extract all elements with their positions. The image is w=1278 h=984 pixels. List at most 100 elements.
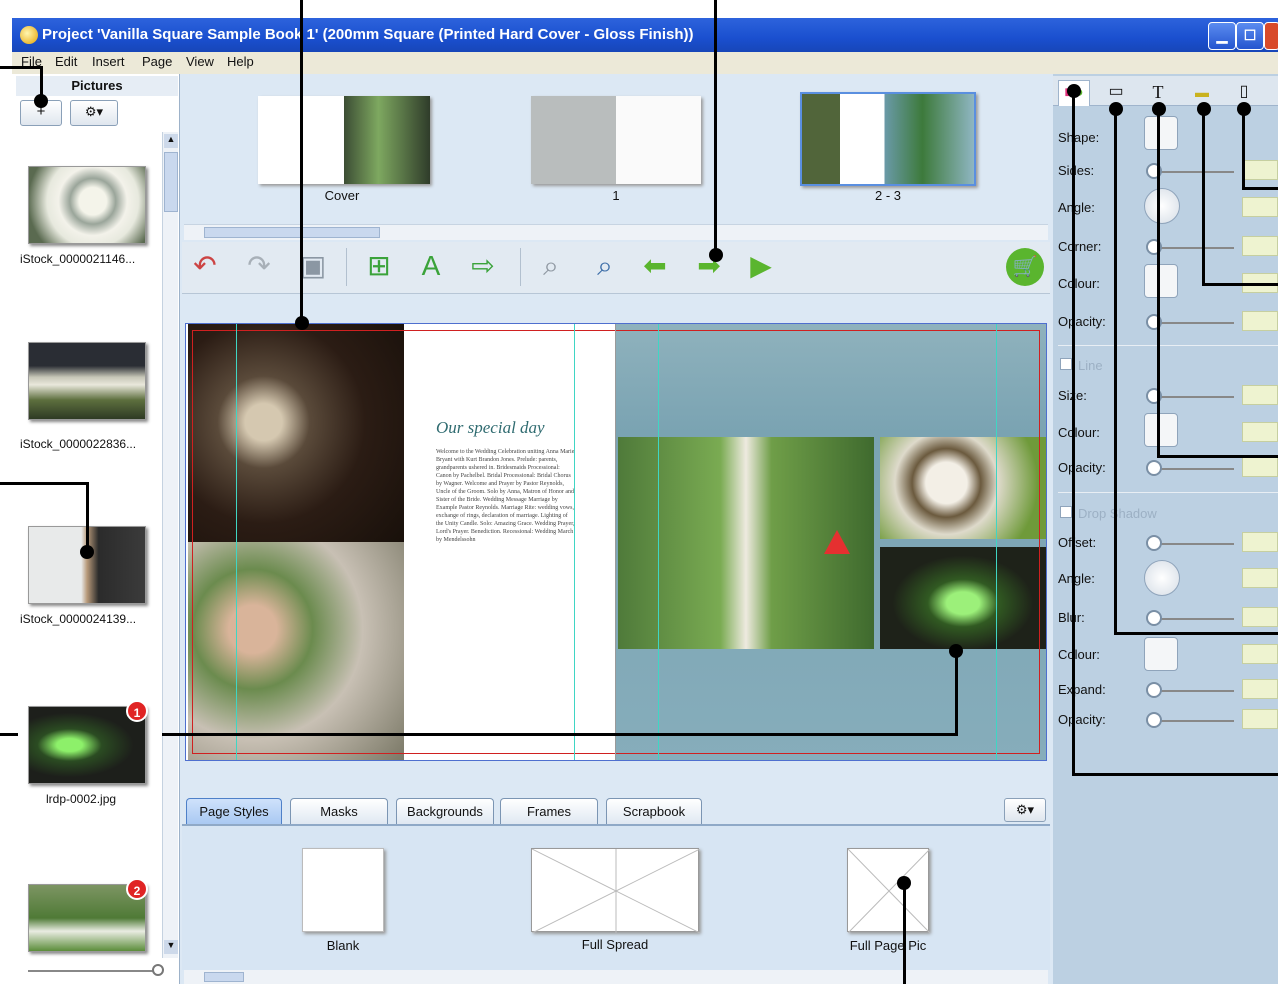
zoom-out-icon[interactable]: ⌕ [532,246,570,286]
line-opacity-value[interactable] [1242,457,1278,477]
zoom-in-icon[interactable]: ⌕ [586,246,624,286]
line-colour-value[interactable] [1242,422,1278,442]
angle-value[interactable] [1242,197,1278,217]
shadow-colour-value[interactable] [1242,644,1278,664]
menu-page[interactable]: Page [142,54,172,69]
add-page-icon[interactable]: ⇨ [464,246,502,286]
expand-slider-knob[interactable] [1146,682,1162,698]
page-strip-scrollbar[interactable] [184,224,1048,240]
add-text-box-icon[interactable]: A [412,246,450,286]
picture-thumbnail[interactable] [28,166,146,244]
style-full-page-pic-preview[interactable] [847,848,931,934]
undo-icon[interactable]: ↶ [186,246,224,286]
line-size-value[interactable] [1242,385,1278,405]
corner-value[interactable] [1242,236,1278,256]
shape-picker[interactable] [1144,116,1178,150]
shadow-angle-dial[interactable] [1144,560,1180,596]
tab-frames[interactable]: Frames [500,798,598,824]
shape-label: Shape: [1058,130,1100,145]
page-thumbnail-1[interactable] [531,96,701,184]
callout-line [1242,187,1278,190]
blur-value[interactable] [1242,607,1278,627]
menu-view[interactable]: View [186,54,214,69]
cart-icon[interactable]: 🛒 [1006,248,1044,286]
callout-dot [949,644,963,658]
callout-line [1202,108,1205,286]
callout-line [1114,108,1117,634]
blur-slider-knob[interactable] [1146,610,1162,626]
offset-value[interactable] [1242,532,1278,552]
shadow-opacity-label: Opacity: [1058,712,1106,727]
line-colour-label: Colour: [1058,425,1100,440]
pictures-options-button[interactable]: ⚙▾ [70,100,118,126]
tab-page-styles[interactable]: Page Styles [186,798,282,824]
shadow-colour-swatch[interactable] [1144,637,1178,671]
scroll-thumb[interactable] [204,972,244,982]
menu-edit[interactable]: Edit [55,54,77,69]
shadow-angle-value[interactable] [1242,568,1278,588]
angle-label: Angle: [1058,200,1095,215]
line-opacity-label: Opacity: [1058,460,1106,475]
add-picture-box-icon[interactable]: ⊞ [360,246,398,286]
offset-slider-knob[interactable] [1146,535,1162,551]
style-label: Blank [326,938,360,953]
scroll-up-arrow[interactable]: ▲ [164,134,178,148]
scroll-thumb[interactable] [204,227,380,238]
menu-insert[interactable]: Insert [92,54,125,69]
colour-swatch[interactable] [1144,264,1178,298]
maximize-button[interactable]: ☐ [1236,22,1264,50]
section-divider [1058,492,1278,493]
window-title: Project 'Vanilla Square Sample Book 1' (… [42,26,694,43]
picture-thumbnail[interactable] [28,342,146,420]
close-button[interactable] [1264,22,1278,50]
line-colour-swatch[interactable] [1144,413,1178,447]
picture-label: iStock_0000022836... [20,437,137,451]
sides-label: Sides: [1058,163,1095,178]
margin-guide [658,324,659,760]
colour-label: Colour: [1058,276,1100,291]
play-icon[interactable]: ▶ [742,246,780,286]
shadow-opacity-value[interactable] [1242,709,1278,729]
spread: Our special day Welcome to the Wedding C… [185,323,1047,761]
styles-options-button[interactable]: ⚙▾ [1004,798,1046,822]
callout-line [955,650,958,736]
style-label: Full Page Pic [849,938,927,953]
callout-line [162,733,958,736]
placeholder-cross-icon [847,848,931,934]
margin-guide [236,324,237,760]
scroll-thumb[interactable] [164,152,178,212]
shadow-opacity-slider-knob[interactable] [1146,712,1162,728]
opacity-value[interactable] [1242,311,1278,331]
picture-label: lrdp-0002.jpg [46,792,117,806]
callout-dot [295,316,309,330]
tab-masks[interactable]: Masks [290,798,388,824]
page-thumbnail-2-3[interactable] [800,92,976,186]
tab-scrapbook[interactable]: Scrapbook [606,798,702,824]
margin-guide [996,324,997,760]
sides-value[interactable] [1242,160,1278,180]
callout-line [1157,108,1160,458]
page-thumbnail-cover[interactable] [258,96,430,184]
page-label: 2 - 3 [874,188,901,203]
styles-scrollbar[interactable] [184,970,1048,984]
callout-line [0,66,42,69]
scroll-down-arrow[interactable]: ▼ [164,940,178,954]
thumbnail-size-knob[interactable] [152,964,164,976]
thumbnail-size-slider[interactable] [28,970,160,972]
callout-line [1072,88,1075,776]
tab-backgrounds[interactable]: Backgrounds [396,798,494,824]
minimize-button[interactable]: ▁ [1208,22,1236,50]
line-opacity-slider-knob[interactable] [1146,460,1162,476]
menu-help[interactable]: Help [227,54,254,69]
callout-dot [34,94,48,108]
line-checkbox[interactable] [1060,358,1072,370]
style-blank-preview[interactable] [302,848,384,932]
drop-shadow-checkbox[interactable] [1060,506,1072,518]
picture-label: iStock_0000021146... [20,252,136,266]
angle-dial[interactable] [1144,188,1180,224]
style-full-spread-preview[interactable] [531,848,701,934]
redo-icon[interactable]: ↷ [240,246,278,286]
shadow-colour-label: Colour: [1058,647,1100,662]
expand-value[interactable] [1242,679,1278,699]
previous-page-arrow-icon[interactable]: ⬅ [636,246,674,286]
